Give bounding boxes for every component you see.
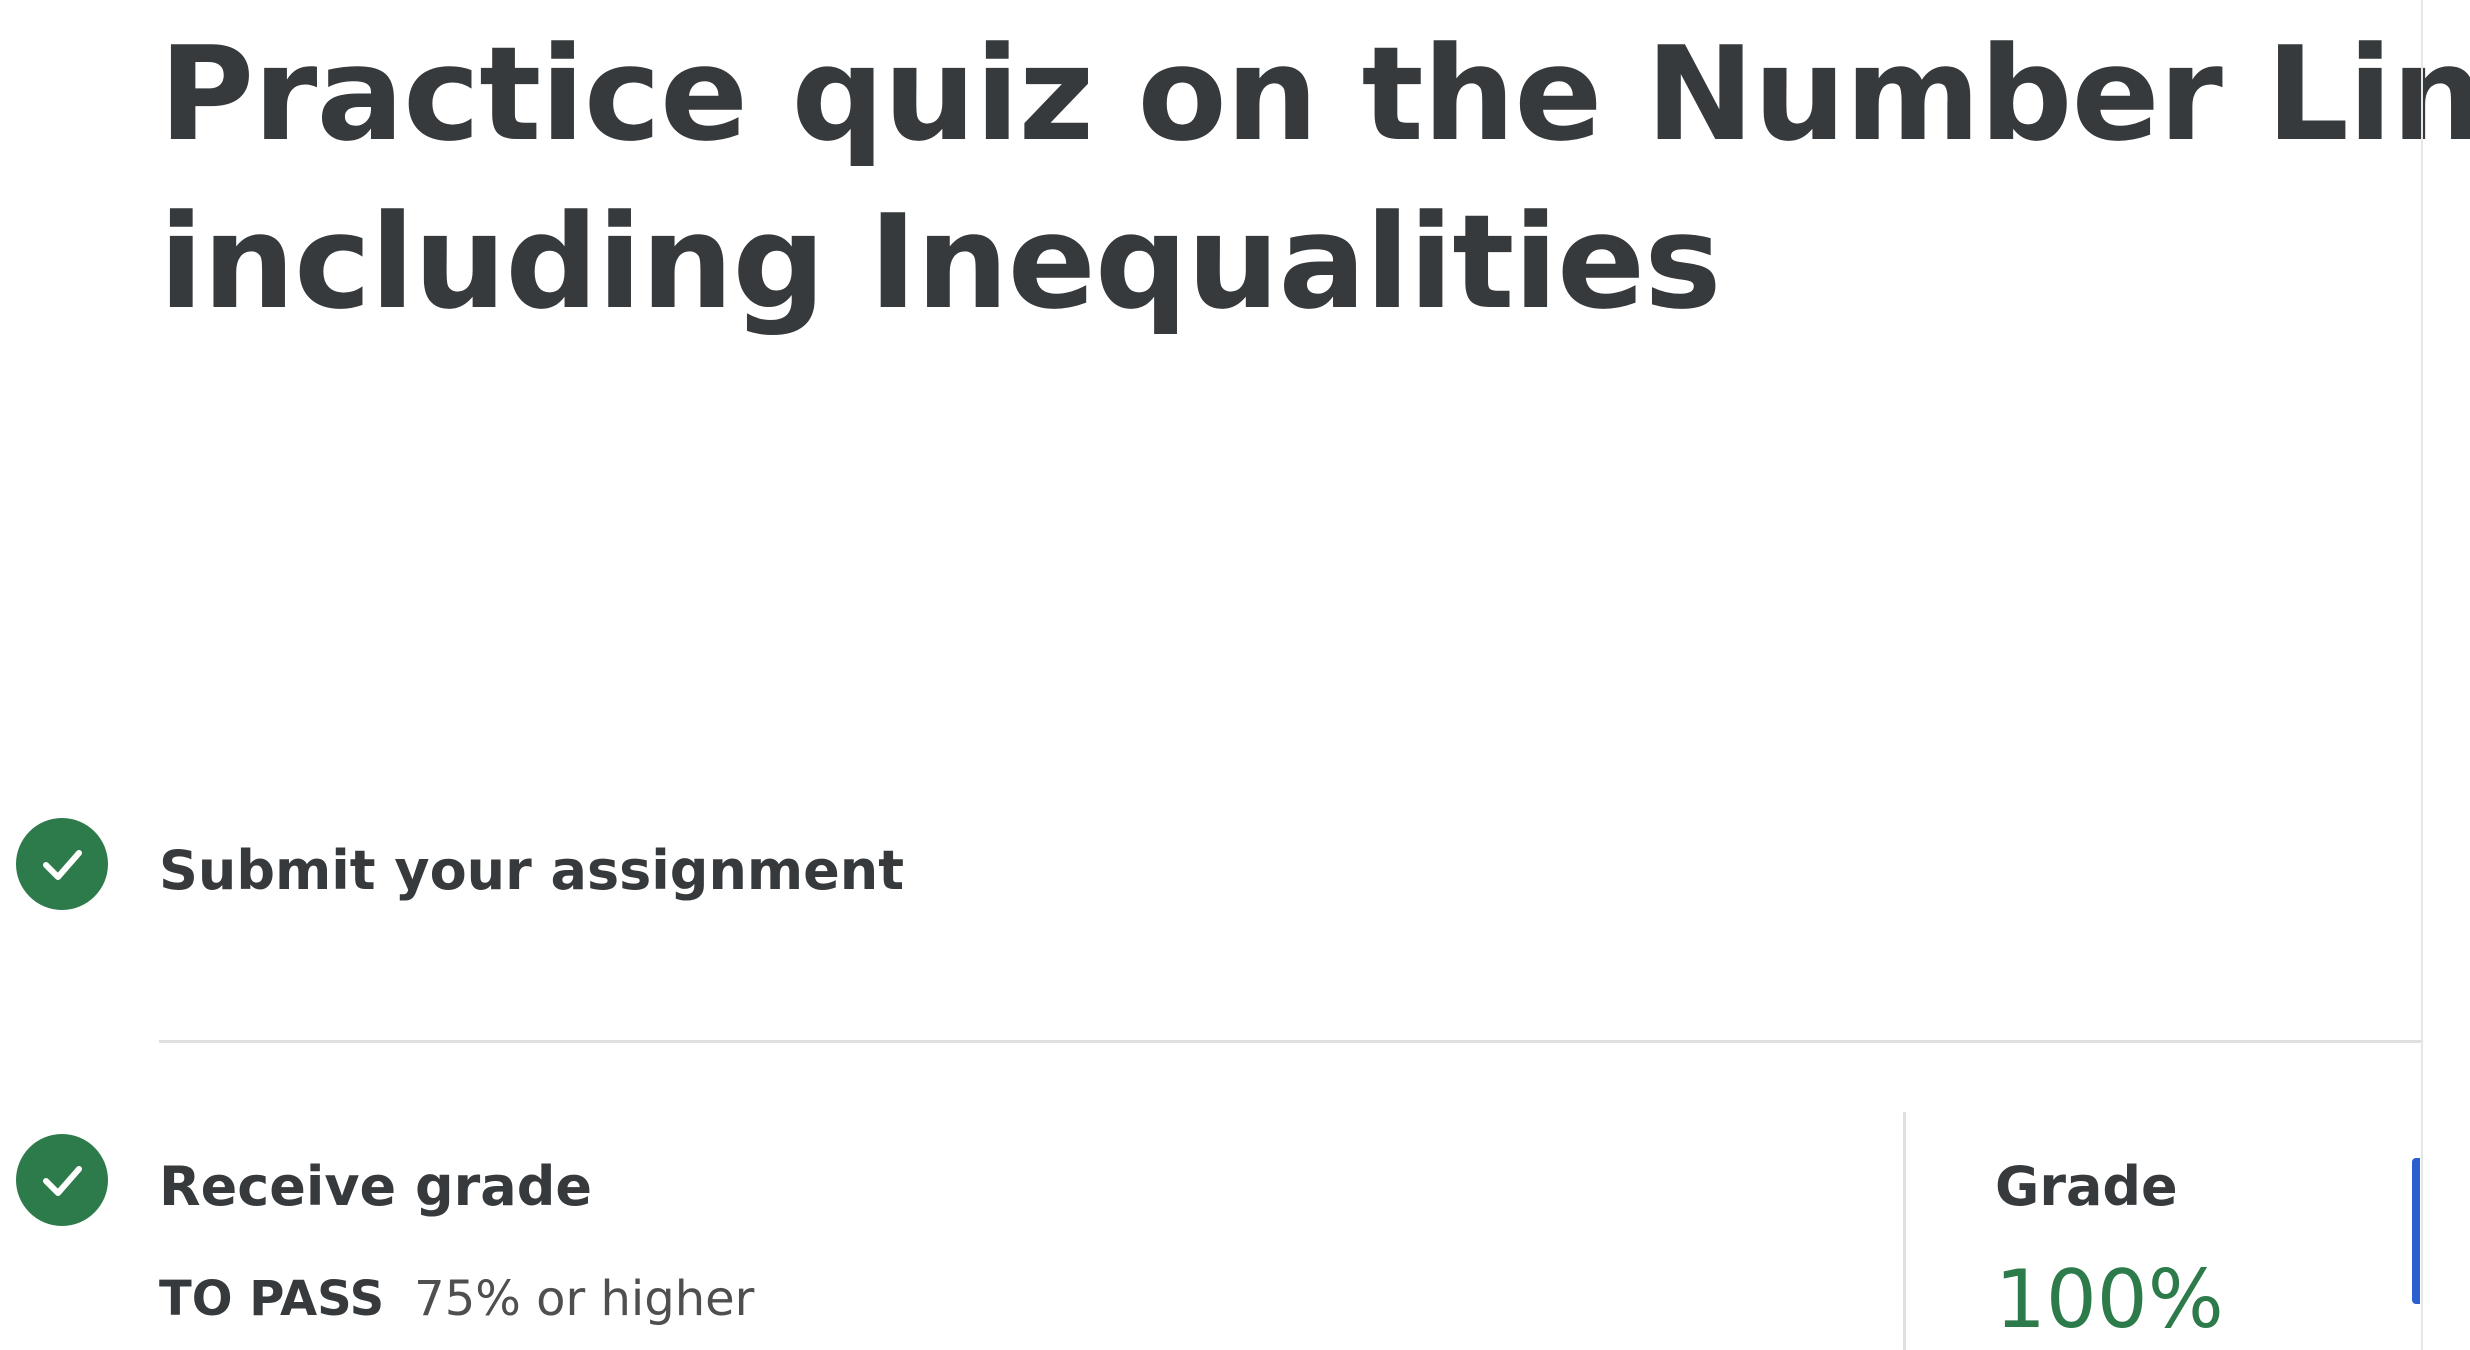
grade-label: Grade	[1995, 1155, 2178, 1218]
pass-requirement-key: TO PASS	[159, 1271, 385, 1327]
receive-grade-step: Receive grade	[159, 1155, 592, 1218]
page-title: Practice quiz on the Number Line includin…	[159, 10, 2470, 346]
grade-value: 100%	[1995, 1253, 2224, 1346]
edge-accent-button[interactable]	[2412, 1158, 2420, 1304]
page-title-line-2: including Inequalities	[159, 186, 1722, 338]
quiz-result-page: Practice quiz on the Number Line includin…	[0, 0, 2470, 1350]
grade-separator	[1903, 1112, 1906, 1350]
page-title-line-1: Practice quiz on the Number Line	[159, 18, 2470, 170]
submit-assignment-step: Submit your assignment	[159, 839, 905, 902]
pass-requirement-value: 75% or higher	[414, 1271, 755, 1327]
check-circle-icon	[16, 818, 108, 910]
pass-requirement: TO PASS 75% or higher	[159, 1268, 754, 1330]
section-divider	[159, 1040, 2421, 1043]
right-border	[2421, 0, 2423, 1350]
check-circle-icon	[16, 1134, 108, 1226]
